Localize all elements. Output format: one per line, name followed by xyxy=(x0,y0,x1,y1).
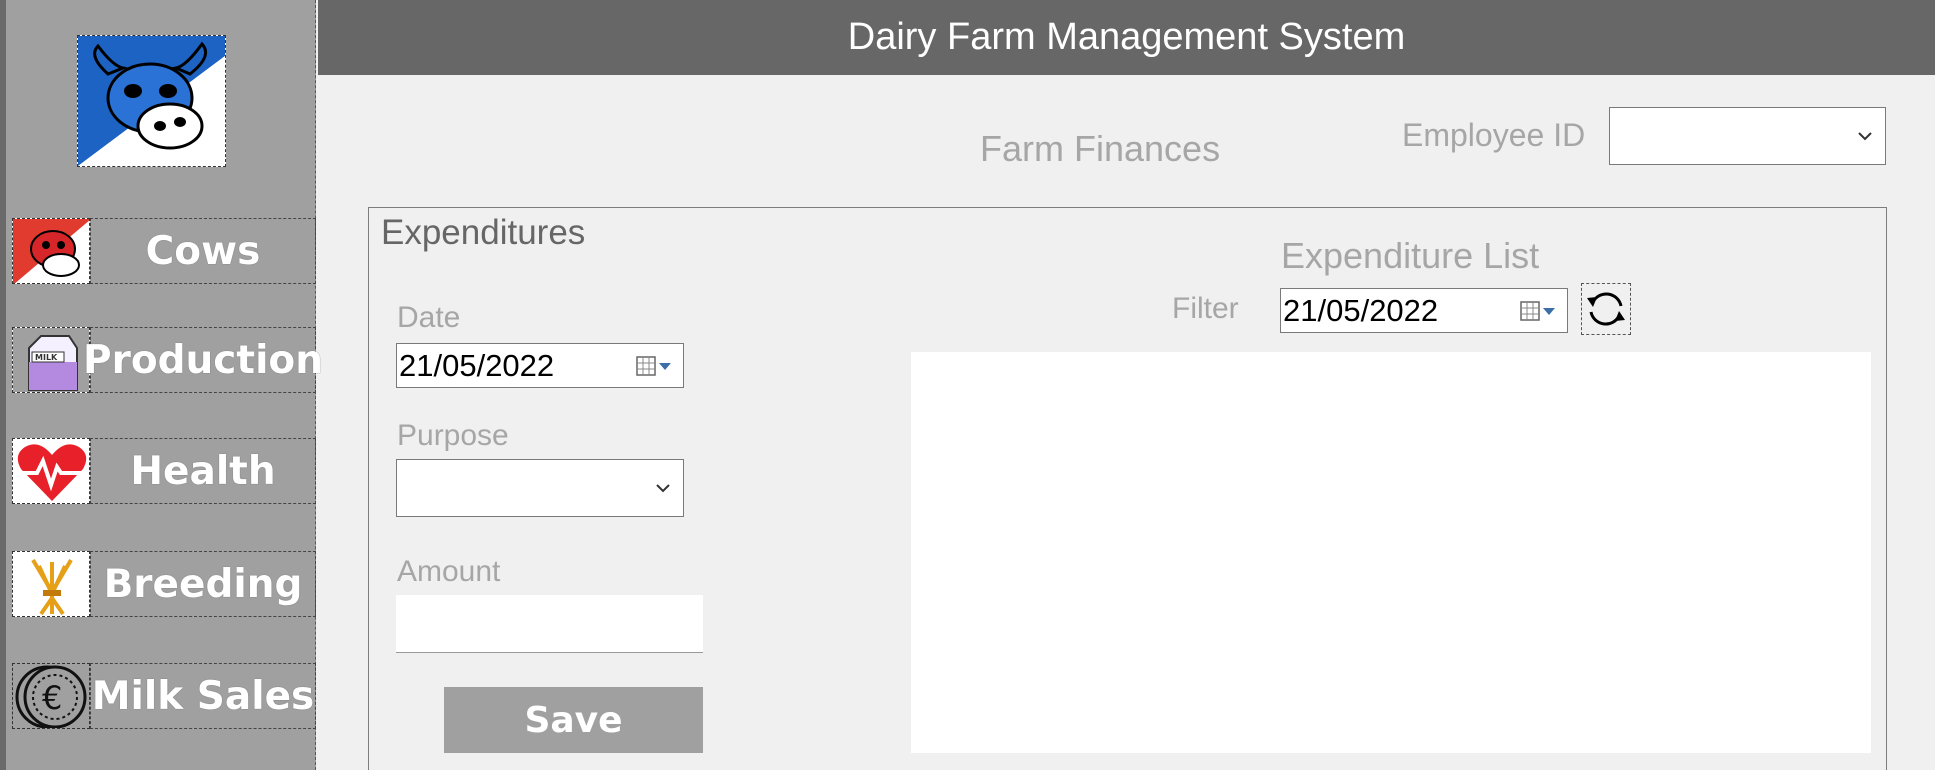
calendar-dropdown-icon xyxy=(1520,300,1555,321)
sidebar: Cows MILK Production Health Breeding € M… xyxy=(0,0,323,770)
nav-production-button[interactable]: Production xyxy=(83,327,323,393)
nav-breeding-label: Breeding xyxy=(103,561,303,607)
filter-label: Filter xyxy=(1172,292,1239,325)
chevron-down-icon xyxy=(1858,132,1872,141)
nav-breeding-button[interactable]: Breeding xyxy=(90,551,316,617)
cow-logo-icon xyxy=(77,35,226,167)
calendar-dropdown-icon xyxy=(636,355,671,376)
sidebar-edge xyxy=(0,0,6,770)
nav-production-label: Production xyxy=(83,337,323,383)
date-picker[interactable]: 21/05/2022 xyxy=(396,343,684,388)
date-label: Date xyxy=(397,301,461,334)
save-button-label: Save xyxy=(524,699,623,741)
save-button[interactable]: Save xyxy=(444,687,703,753)
euro-coin-icon[interactable]: € xyxy=(12,663,90,729)
chevron-down-icon xyxy=(656,484,670,493)
wheat-icon[interactable] xyxy=(12,551,90,617)
nav-milk-sales-label: Milk Sales xyxy=(91,673,315,719)
expenditure-list-title: Expenditure List xyxy=(1281,235,1540,276)
app-title: Dairy Farm Management System xyxy=(847,16,1406,58)
amount-input[interactable] xyxy=(396,595,703,653)
purpose-select[interactable] xyxy=(396,459,684,517)
nav-health-label: Health xyxy=(130,448,276,494)
nav-cows-label: Cows xyxy=(145,228,261,274)
filter-date-picker[interactable]: 21/05/2022 xyxy=(1280,288,1568,333)
expenditures-title: Expenditures xyxy=(381,213,586,252)
filter-date-value: 21/05/2022 xyxy=(1283,292,1439,328)
employee-id-label: Employee ID xyxy=(1402,117,1586,153)
svg-text:€: € xyxy=(42,679,62,717)
nav-health-button[interactable]: Health xyxy=(90,438,316,504)
heart-pulse-icon[interactable] xyxy=(12,438,90,504)
refresh-icon xyxy=(1587,292,1625,326)
cow-icon[interactable] xyxy=(12,218,90,284)
employee-id-select[interactable] xyxy=(1609,107,1886,165)
app-header: Dairy Farm Management System xyxy=(318,0,1935,75)
date-value: 21/05/2022 xyxy=(399,347,555,383)
refresh-button[interactable] xyxy=(1581,283,1631,335)
nav-cows-button[interactable]: Cows xyxy=(90,218,316,284)
page-title: Farm Finances xyxy=(980,128,1221,169)
milk-carton-icon[interactable]: MILK xyxy=(12,327,90,393)
purpose-label: Purpose xyxy=(397,419,509,452)
nav-milk-sales-button[interactable]: Milk Sales xyxy=(90,663,316,729)
amount-label: Amount xyxy=(397,555,501,588)
expenditure-list-grid[interactable] xyxy=(911,352,1871,753)
svg-text:MILK: MILK xyxy=(35,353,58,362)
